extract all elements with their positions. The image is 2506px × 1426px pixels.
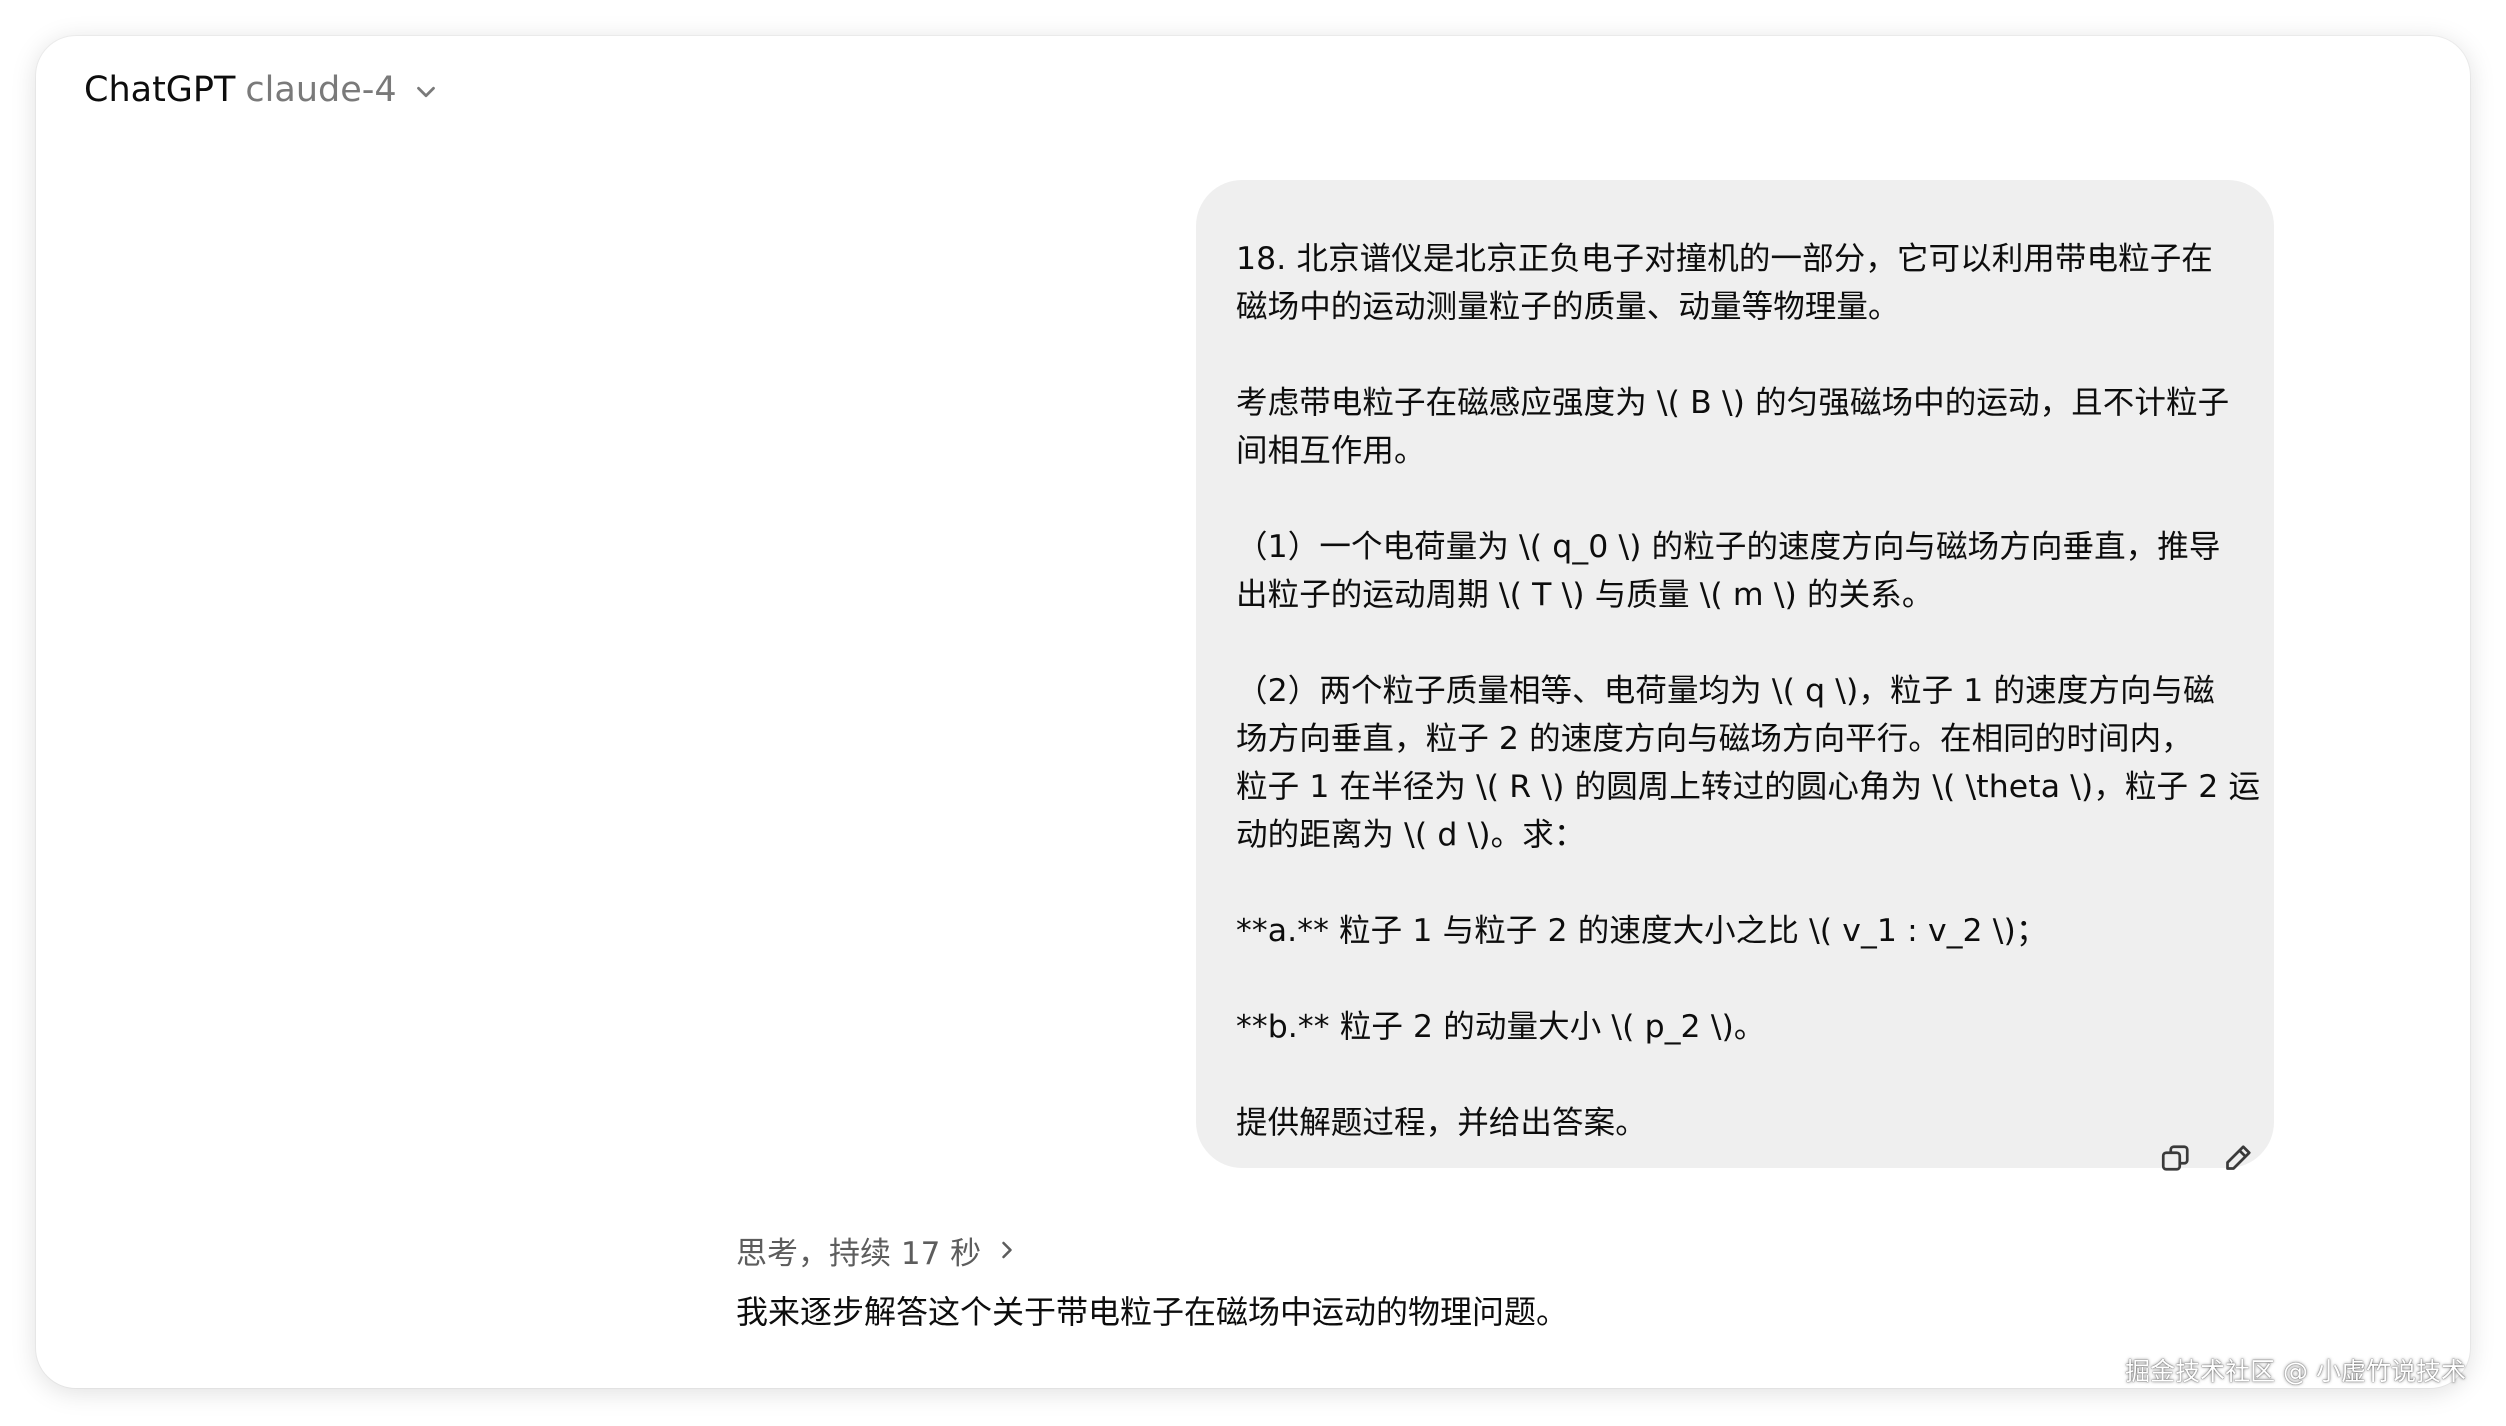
message-line: （1）一个电荷量为 \( q_0 \) 的粒子的速度方向与磁场方向垂直，推导 xyxy=(1236,529,2221,565)
chevron-down-icon xyxy=(411,77,441,107)
message-line: 粒子 1 在半径为 \( R \) 的圆周上转过的圆心角为 \( \theta … xyxy=(1236,769,2261,805)
message-line: （2）两个粒子质量相等、电荷量均为 \( q \)，粒子 1 的速度方向与磁 xyxy=(1236,673,2215,709)
model-name: claude-4 xyxy=(245,70,397,110)
message-line: 动的距离为 \( d \)。求： xyxy=(1236,817,1586,853)
assistant-message: 我来逐步解答这个关于带电粒子在磁场中运动的物理问题。 xyxy=(736,1293,1569,1331)
app-title: ChatGPT xyxy=(84,70,236,110)
model-selector[interactable]: ChatGPT claude-4 xyxy=(84,54,441,126)
message-line: **b.** 粒子 2 的动量大小 \( p_2 \)。 xyxy=(1236,1009,1766,1045)
message-actions xyxy=(2156,1138,2258,1178)
message-line: 磁场中的运动测量粒子的质量、动量等物理量。 xyxy=(1236,289,1900,325)
watermark: 掘金技术社区 @ 小虚竹说技术 xyxy=(2125,1357,2466,1386)
message-line: 出粒子的运动周期 \( T \) 与质量 \( m \) 的关系。 xyxy=(1236,577,1934,613)
user-message-bubble: 18. 北京谱仪是北京正负电子对撞机的一部分，它可以利用带电粒子在 磁场中的运动… xyxy=(1196,180,2274,1168)
copy-icon[interactable] xyxy=(2156,1138,2196,1178)
chat-window: ChatGPT claude-4 18. 北京谱仪是北京正负电子对撞机的一部分，… xyxy=(36,36,2470,1388)
message-line: 场方向垂直，粒子 2 的速度方向与磁场方向平行。在相同的时间内， xyxy=(1236,721,2193,757)
message-line: 间相互作用。 xyxy=(1236,433,1426,469)
pencil-icon[interactable] xyxy=(2218,1138,2258,1178)
chevron-right-icon xyxy=(993,1236,1021,1264)
message-line: 18. 北京谱仪是北京正负电子对撞机的一部分，它可以利用带电粒子在 xyxy=(1236,241,2213,277)
message-line: 提供解题过程，并给出答案。 xyxy=(1236,1105,1647,1141)
thinking-toggle[interactable]: 思考，持续 17 秒 xyxy=(736,1220,1021,1280)
message-line: 考虑带电粒子在磁感应强度为 \( B \) 的匀强磁场中的运动，且不计粒子 xyxy=(1236,385,2230,421)
thinking-label: 思考，持续 17 秒 xyxy=(736,1235,982,1272)
message-line: **a.** 粒子 1 与粒子 2 的速度大小之比 \( v_1 : v_2 \… xyxy=(1236,913,2048,949)
